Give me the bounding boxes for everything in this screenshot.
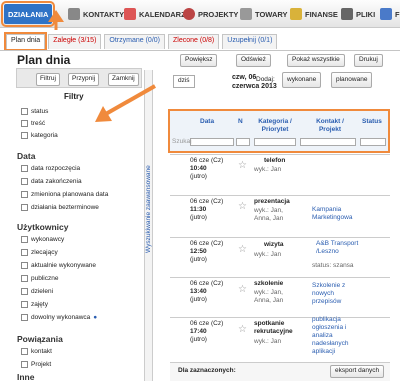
arrow-left-line: [103, 84, 156, 117]
annotation-arrows: [48, 10, 156, 122]
arrow-up-head: [48, 10, 64, 22]
